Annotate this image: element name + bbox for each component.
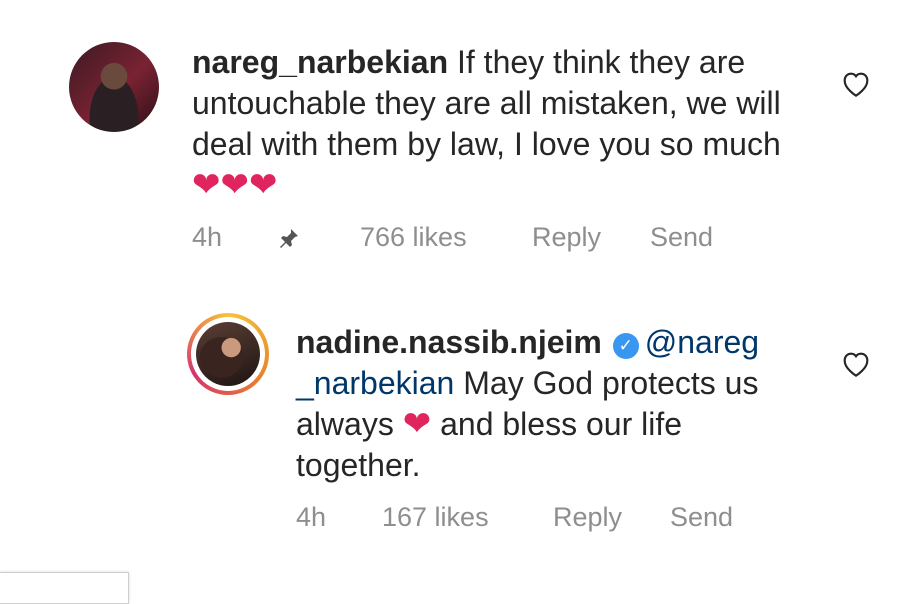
- reply-button[interactable]: Reply: [532, 220, 601, 254]
- comment-text: nareg_narbekian If they think they are u…: [192, 42, 802, 206]
- reply-button[interactable]: Reply: [553, 500, 622, 534]
- likes-count[interactable]: 167 likes: [382, 500, 489, 534]
- timestamp[interactable]: 4h: [192, 220, 222, 254]
- username[interactable]: nadine.nassib.njeim: [296, 324, 602, 360]
- comment-text: nadine.nassib.njeim ✓ @nareg _narbekian M…: [296, 322, 806, 486]
- partial-input-box[interactable]: [0, 572, 129, 604]
- comment-meta: 4h 766 likes Reply Send: [192, 220, 792, 254]
- verified-badge-icon: ✓: [612, 333, 639, 359]
- comment-meta: 4h 167 likes Reply Send: [296, 500, 796, 534]
- username[interactable]: nareg_narbekian: [192, 44, 448, 80]
- send-button[interactable]: Send: [670, 500, 733, 534]
- timestamp[interactable]: 4h: [296, 500, 326, 534]
- heart-outline-icon[interactable]: [840, 348, 872, 383]
- heart-outline-icon[interactable]: [840, 68, 872, 103]
- send-button[interactable]: Send: [650, 220, 713, 254]
- avatar[interactable]: [69, 42, 159, 132]
- likes-count[interactable]: 766 likes: [360, 220, 467, 254]
- pin-icon: [277, 220, 301, 254]
- heart-emoji: ❤: [402, 405, 432, 443]
- heart-emoji: ❤❤❤: [192, 166, 278, 204]
- avatar[interactable]: [196, 322, 260, 386]
